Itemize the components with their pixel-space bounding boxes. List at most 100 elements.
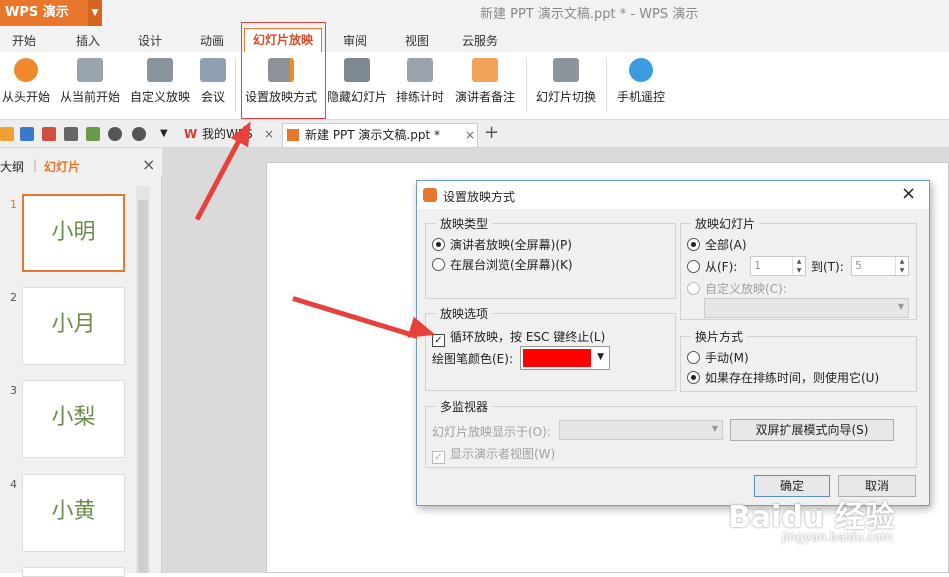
slide-number: 4 xyxy=(10,478,17,491)
play-from-start-button[interactable]: 从头开始 xyxy=(0,58,52,105)
from-spinner[interactable]: 1 xyxy=(750,256,806,276)
wps-logo-icon: W xyxy=(184,127,198,141)
from-radio[interactable]: 从(F): xyxy=(687,258,737,275)
pen-color-swatch xyxy=(523,349,591,367)
tab-insert[interactable]: 插入 xyxy=(76,32,100,49)
ribbon-separator xyxy=(526,58,527,112)
quick-access-bar: ▼ W 我的WPS × 新建 PPT 演示文稿.ppt * × + xyxy=(0,120,949,148)
manual-label: 手动(M) xyxy=(705,351,749,365)
rehearse-timing-label: 排练计时 xyxy=(395,90,444,104)
timer-icon xyxy=(407,58,433,82)
highlight-box xyxy=(241,22,326,119)
slide-transition-button[interactable]: 幻灯片切换 xyxy=(534,58,598,105)
tab-review[interactable]: 审阅 xyxy=(343,32,367,49)
print-preview-icon[interactable] xyxy=(86,127,100,141)
custom-show-icon xyxy=(147,58,173,82)
use-timing-label: 如果存在排练时间，则使用它(U) xyxy=(705,371,880,385)
export-pdf-icon[interactable] xyxy=(42,127,56,141)
remote-icon xyxy=(629,58,653,82)
tab-animation[interactable]: 动画 xyxy=(200,32,224,49)
slide-thumb[interactable]: 小月 xyxy=(22,287,125,365)
radio-icon xyxy=(687,260,700,273)
pen-color-label: 绘图笔颜色(E): xyxy=(432,352,513,366)
chevron-down-icon: ▼ xyxy=(897,302,904,311)
use-timing-radio[interactable]: 如果存在排练时间，则使用它(U) xyxy=(687,369,879,386)
loop-label: 循环放映，按 ESC 键终止(L) xyxy=(450,330,606,344)
radio-icon xyxy=(687,238,700,251)
tab-slides[interactable]: 幻灯片 xyxy=(44,158,80,175)
setup-show-dialog: 设置放映方式 × 放映类型 演讲者放映(全屏幕)(P) 在展台浏览(全屏幕)(K… xyxy=(416,180,930,506)
tab-outline[interactable]: 大纲 xyxy=(0,158,24,175)
slide-thumb[interactable]: 小明 xyxy=(22,194,125,272)
monitor-select: ▼ xyxy=(559,420,723,440)
to-spinner[interactable]: 5 xyxy=(851,256,909,276)
doc-tab-current[interactable]: 新建 PPT 演示文稿.ppt * × xyxy=(282,123,478,147)
open-folder-icon[interactable] xyxy=(0,127,14,141)
slide-number: 2 xyxy=(10,291,17,304)
tab-view[interactable]: 视图 xyxy=(405,32,429,49)
radio-icon xyxy=(432,238,445,251)
group-label: 多监视器 xyxy=(436,398,493,415)
ribbon: 从头开始 从当前开始 自定义放映 会议 设置放映方式 隐藏幻灯片 排练计时 演讲… xyxy=(0,52,949,120)
meeting-icon xyxy=(200,58,226,82)
doc-tab-current-label: 新建 PPT 演示文稿.ppt * xyxy=(305,128,441,142)
tab-design[interactable]: 设计 xyxy=(138,32,162,49)
print-icon[interactable] xyxy=(64,127,78,141)
loop-checkbox[interactable]: ✓ 循环放映，按 ESC 键终止(L) xyxy=(432,328,605,347)
all-slides-radio[interactable]: 全部(A) xyxy=(687,236,747,253)
ppt-file-icon xyxy=(287,129,299,141)
doc-tab-mywps[interactable]: W 我的WPS × xyxy=(180,123,276,147)
rehearse-timing-button[interactable]: 排练计时 xyxy=(394,58,446,105)
slide-thumb[interactable]: 小梨 xyxy=(22,380,125,458)
manual-radio[interactable]: 手动(M) xyxy=(687,349,749,366)
save-icon[interactable] xyxy=(20,127,34,141)
presenter-view-checkbox: ✓ 显示演示者视图(W) xyxy=(432,445,555,464)
custom-show-label: 自定义放映 xyxy=(129,90,190,104)
tab-home[interactable]: 开始 xyxy=(12,32,36,49)
custom-show-label: 自定义放映(C): xyxy=(705,282,787,296)
undo-icon[interactable] xyxy=(108,127,122,141)
dual-screen-wizard-button[interactable]: 双屏扩展模式向导(S) xyxy=(730,419,894,441)
close-icon[interactable]: × xyxy=(901,183,916,204)
to-label: 到(T): xyxy=(811,260,844,274)
kiosk-label: 在展台浏览(全屏幕)(K) xyxy=(450,258,573,272)
play-from-current-button[interactable]: 从当前开始 xyxy=(58,58,122,105)
window-title: 新建 PPT 演示文稿.ppt * - WPS 演示 xyxy=(480,7,699,22)
scrollbar-thumb[interactable] xyxy=(138,200,148,573)
hide-slide-button[interactable]: 隐藏幻灯片 xyxy=(326,58,388,105)
slides-panel: 大纲 | 幻灯片 × 1 小明 2 小月 3 小梨 4 小黄 xyxy=(0,148,162,577)
pen-color-picker[interactable]: ▼ xyxy=(520,346,610,370)
slide-thumb[interactable]: 小黄 xyxy=(22,474,125,552)
ribbon-separator xyxy=(606,58,607,112)
close-icon[interactable]: × xyxy=(264,123,274,145)
radio-icon xyxy=(687,351,700,364)
chevron-down-icon[interactable]: ▼ xyxy=(597,352,604,362)
dialog-title: 设置放映方式 xyxy=(443,190,516,204)
chevron-down-icon[interactable]: ▼ xyxy=(160,127,174,141)
title-bar xyxy=(0,0,949,28)
speaker-notes-button[interactable]: 演讲者备注 xyxy=(452,58,518,105)
play-from-current-label: 从当前开始 xyxy=(59,90,120,104)
custom-show-radio: 自定义放映(C): xyxy=(687,280,787,297)
advance-slides-group: 换片方式 手动(M) 如果存在排练时间，则使用它(U) xyxy=(680,328,917,392)
phone-remote-button[interactable]: 手机遥控 xyxy=(614,58,668,105)
add-tab-icon[interactable]: + xyxy=(484,122,499,143)
close-icon[interactable]: × xyxy=(465,124,475,146)
monitor-play-icon xyxy=(77,58,103,82)
presenter-radio[interactable]: 演讲者放映(全屏幕)(P) xyxy=(432,236,572,253)
slide-number: 1 xyxy=(10,198,17,211)
meeting-button[interactable]: 会议 xyxy=(198,58,228,105)
scrollbar[interactable] xyxy=(136,186,150,573)
tab-cloud[interactable]: 云服务 xyxy=(462,32,498,49)
chevron-down-icon[interactable]: ▼ xyxy=(88,0,102,26)
kiosk-radio[interactable]: 在展台浏览(全屏幕)(K) xyxy=(432,256,573,273)
redo-icon[interactable] xyxy=(132,127,146,141)
show-on-label: 幻灯片放映显示于(O): xyxy=(432,425,551,439)
app-menu-button[interactable]: WPS 演示 ▼ xyxy=(0,0,102,26)
slide-thumb[interactable] xyxy=(22,567,125,577)
custom-show-button[interactable]: 自定义放映 xyxy=(128,58,192,105)
close-icon[interactable]: × xyxy=(142,155,155,174)
slide-number: 3 xyxy=(10,384,17,397)
play-from-start-label: 从头开始 xyxy=(1,90,50,104)
slide-transition-label: 幻灯片切换 xyxy=(535,90,596,104)
